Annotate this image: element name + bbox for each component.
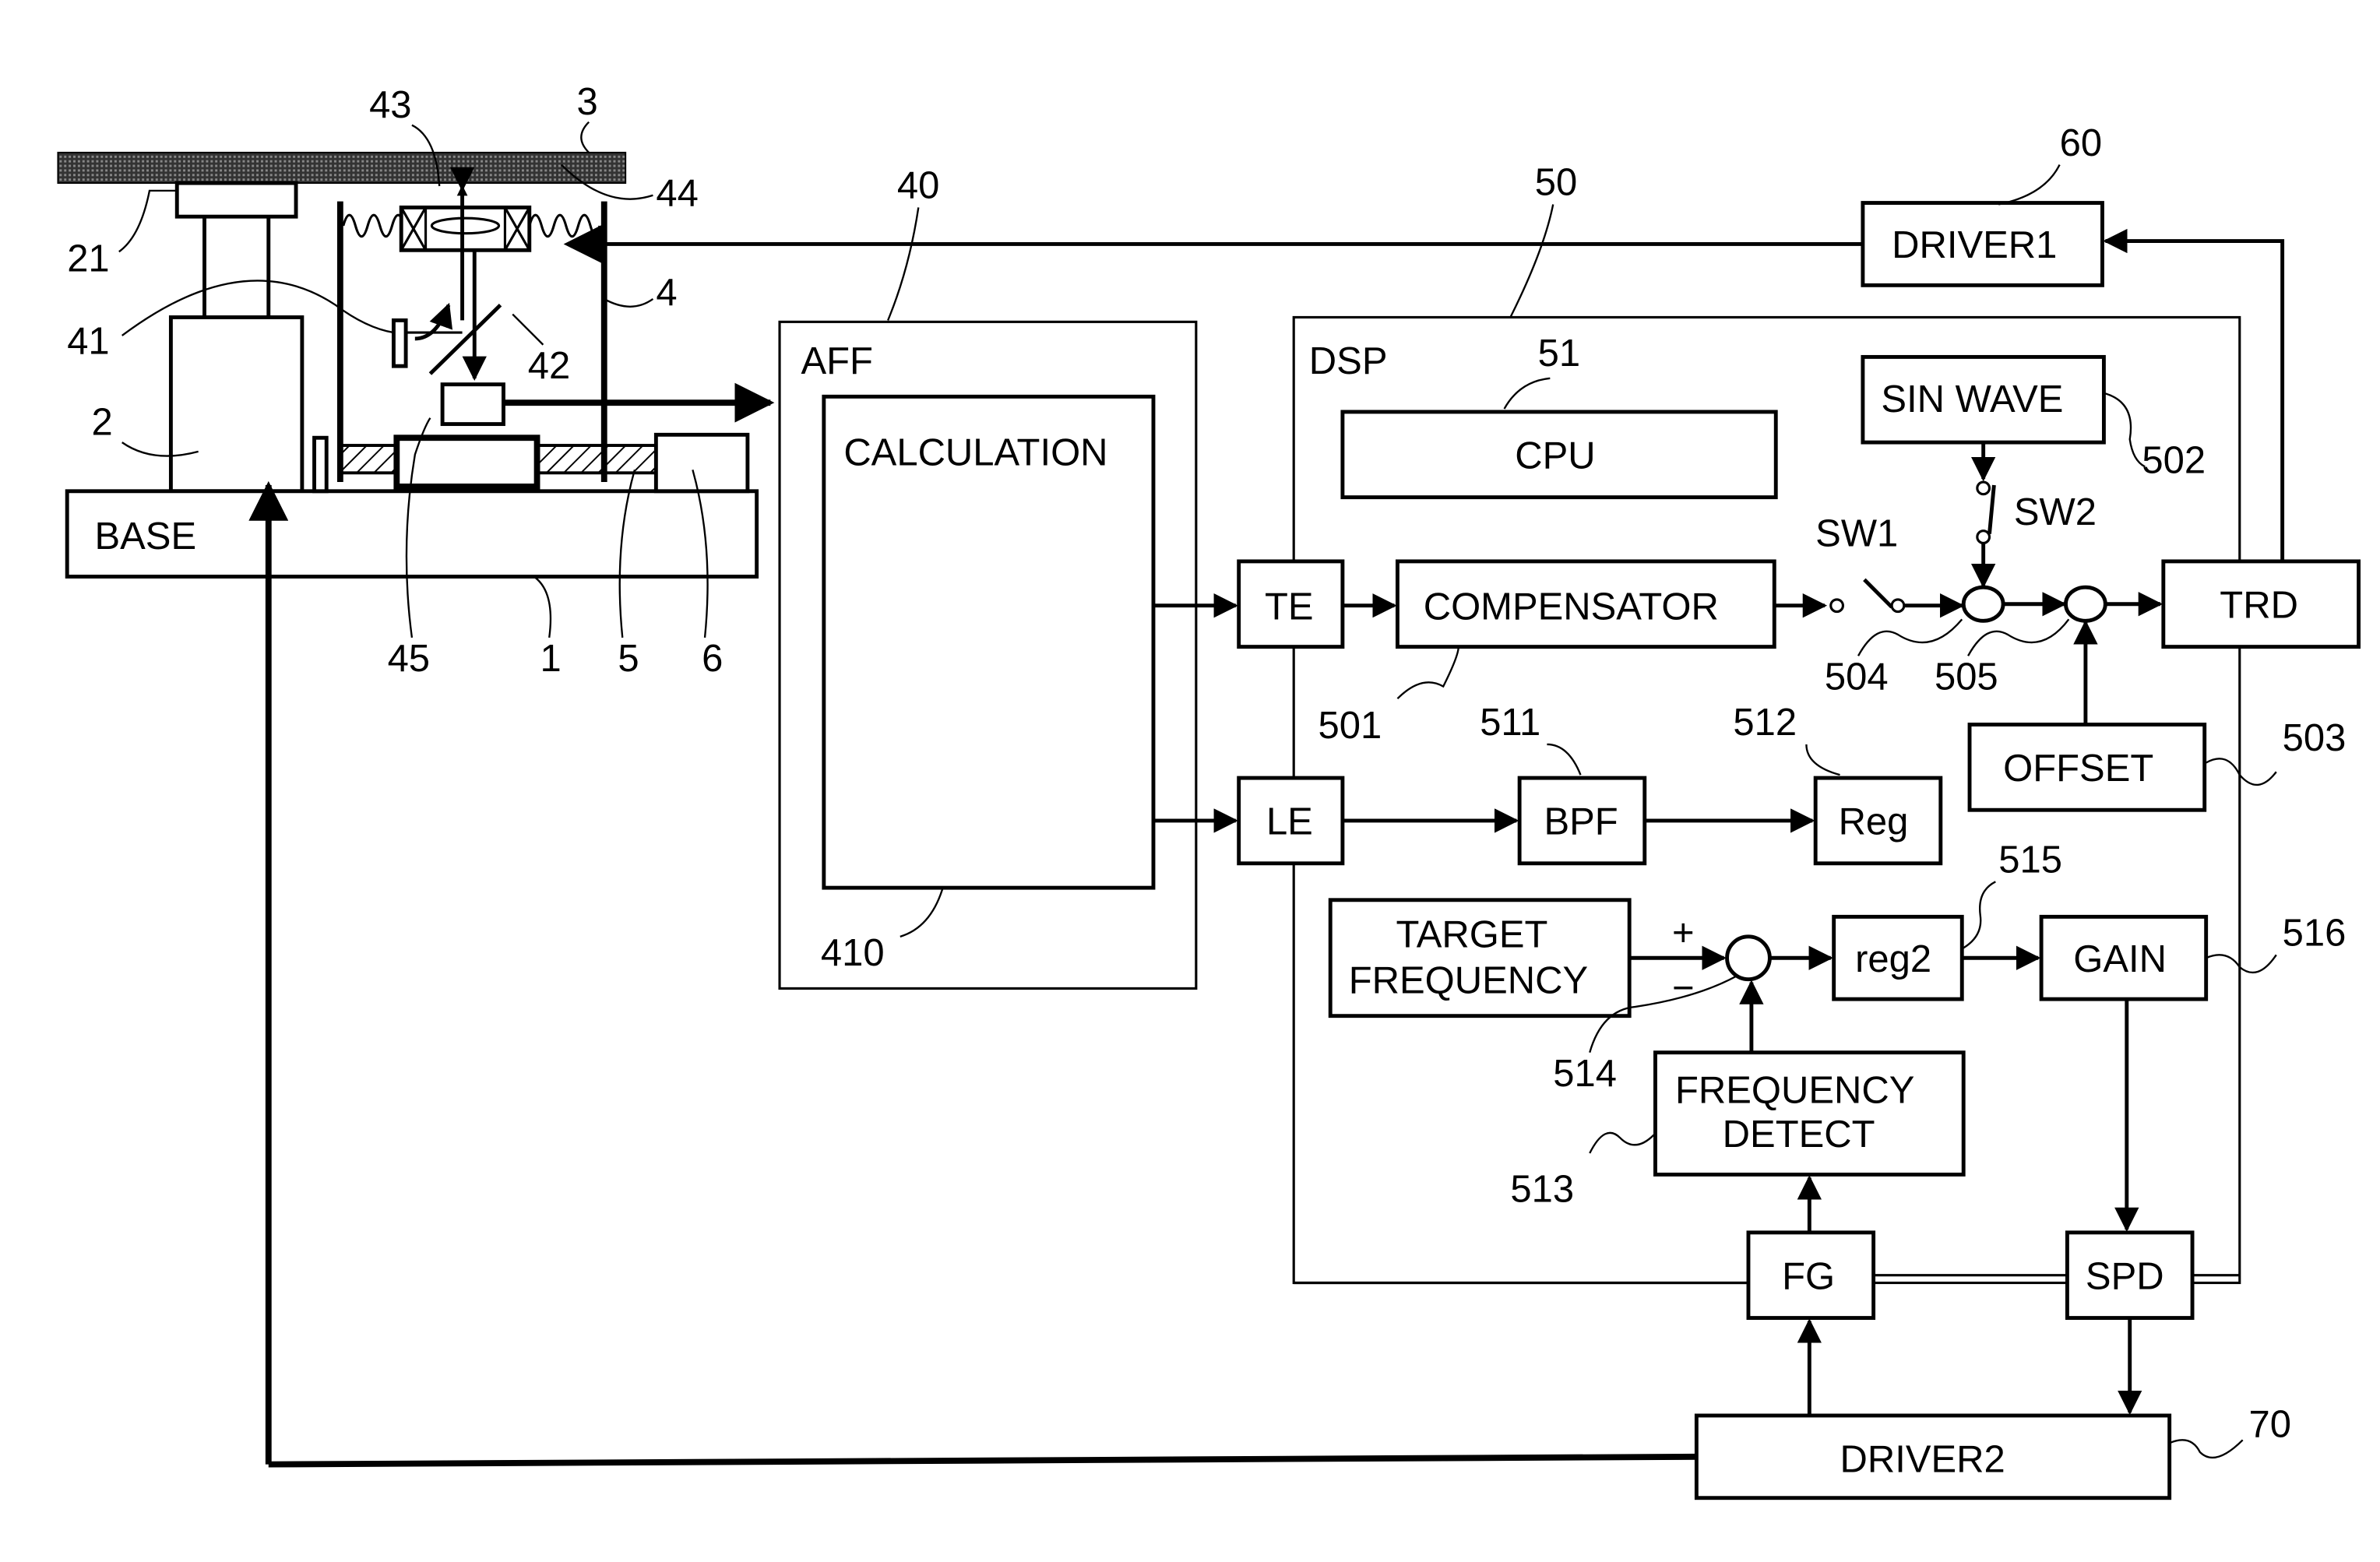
target-frequency-line2: FREQUENCY [1349, 959, 1588, 1001]
ref-503: 503 [2283, 717, 2347, 759]
ref-60: 60 [2060, 122, 2102, 164]
reg-label: Reg [1839, 801, 1909, 843]
summing-junction-514 [1725, 934, 1772, 982]
ref-410: 410 [821, 932, 885, 974]
bpf-label: BPF [1544, 801, 1618, 843]
base-label: BASE [94, 515, 196, 558]
switch-sw1: SW1 [1815, 512, 1906, 614]
mechanism: BASE 43 3 44 21 41 42 4 2 45 1 5 6 [57, 81, 775, 1465]
minus-sign: − [1672, 967, 1695, 1009]
le-label: LE [1266, 801, 1313, 843]
sw2-label: SW2 [2014, 491, 2097, 533]
clamp-21 [174, 181, 298, 219]
spd-label: SPD [2086, 1255, 2164, 1297]
ref-45: 45 [388, 638, 430, 680]
frequency-detect-line1: FREQUENCY [1675, 1069, 1914, 1111]
trd-label: TRD [2220, 584, 2298, 626]
dsp-block: DSP 50 CPU 51 TE LE COMPENSATOR 501 SW1 … [1237, 162, 2361, 1321]
sw1-label: SW1 [1815, 512, 1898, 554]
ref-43: 43 [369, 84, 411, 126]
ref-516: 516 [2283, 913, 2347, 955]
target-frequency-line1: TARGET [1396, 914, 1547, 956]
aff-block: AFF 40 CALCULATION 410 [778, 165, 1198, 990]
fg-label: FG [1782, 1255, 1835, 1297]
ref-5: 5 [618, 638, 639, 680]
ref-1: 1 [540, 638, 561, 680]
block-diagram: BASE 43 3 44 21 41 42 4 2 45 1 5 6 AFF 4… [57, 81, 2361, 1500]
ref-515: 515 [1998, 839, 2062, 881]
ref-511: 511 [1480, 702, 1540, 744]
cpu-label: CPU [1515, 434, 1595, 477]
compensator-label: COMPENSATOR [1424, 586, 1719, 628]
driver2-label: DRIVER2 [1840, 1438, 2005, 1480]
disk-3 [57, 151, 627, 185]
gain-label: GAIN [2073, 938, 2167, 980]
ref-504: 504 [1825, 656, 1889, 698]
spindle-motor-2 [168, 315, 305, 494]
ref-50: 50 [1535, 162, 1577, 204]
beam-splitter-42 [428, 304, 502, 375]
laser-41 [391, 318, 408, 368]
ref-4: 4 [656, 272, 677, 314]
photodetector-45 [440, 382, 505, 427]
ref-6: 6 [702, 638, 723, 680]
frequency-detect-line2: DETECT [1723, 1113, 1875, 1156]
ref-44: 44 [656, 172, 698, 214]
calculation-label: CALCULATION [843, 431, 1107, 473]
ref-501: 501 [1319, 705, 1382, 747]
ref-502: 502 [2142, 439, 2206, 481]
ref-21: 21 [67, 238, 109, 280]
summing-junction-505 [2064, 585, 2107, 623]
driver1-label: DRIVER1 [1892, 224, 2057, 266]
plus-sign: + [1672, 913, 1695, 955]
ref-512: 512 [1733, 702, 1797, 744]
ref-514: 514 [1553, 1053, 1617, 1095]
aff-label: AFF [801, 340, 873, 382]
ref-41: 41 [67, 320, 109, 362]
sin-wave-label: SIN WAVE [1881, 378, 2063, 420]
block-6 [653, 432, 750, 494]
ref-3: 3 [576, 81, 597, 123]
ref-505: 505 [1935, 656, 1998, 698]
ref-513: 513 [1510, 1169, 1574, 1211]
ref-51: 51 [1538, 332, 1580, 375]
summing-junction-504 [1961, 585, 2005, 623]
ref-70: 70 [2249, 1403, 2291, 1445]
reg2-label: reg2 [1855, 938, 1931, 980]
offset-label: OFFSET [2003, 748, 2153, 790]
te-label: TE [1265, 586, 1314, 628]
switch-sw2: SW2 [1976, 480, 2097, 544]
dsp-label: DSP [1309, 340, 1388, 382]
ref-40: 40 [897, 165, 939, 207]
ref-42: 42 [528, 345, 570, 387]
ref-2: 2 [92, 401, 113, 443]
